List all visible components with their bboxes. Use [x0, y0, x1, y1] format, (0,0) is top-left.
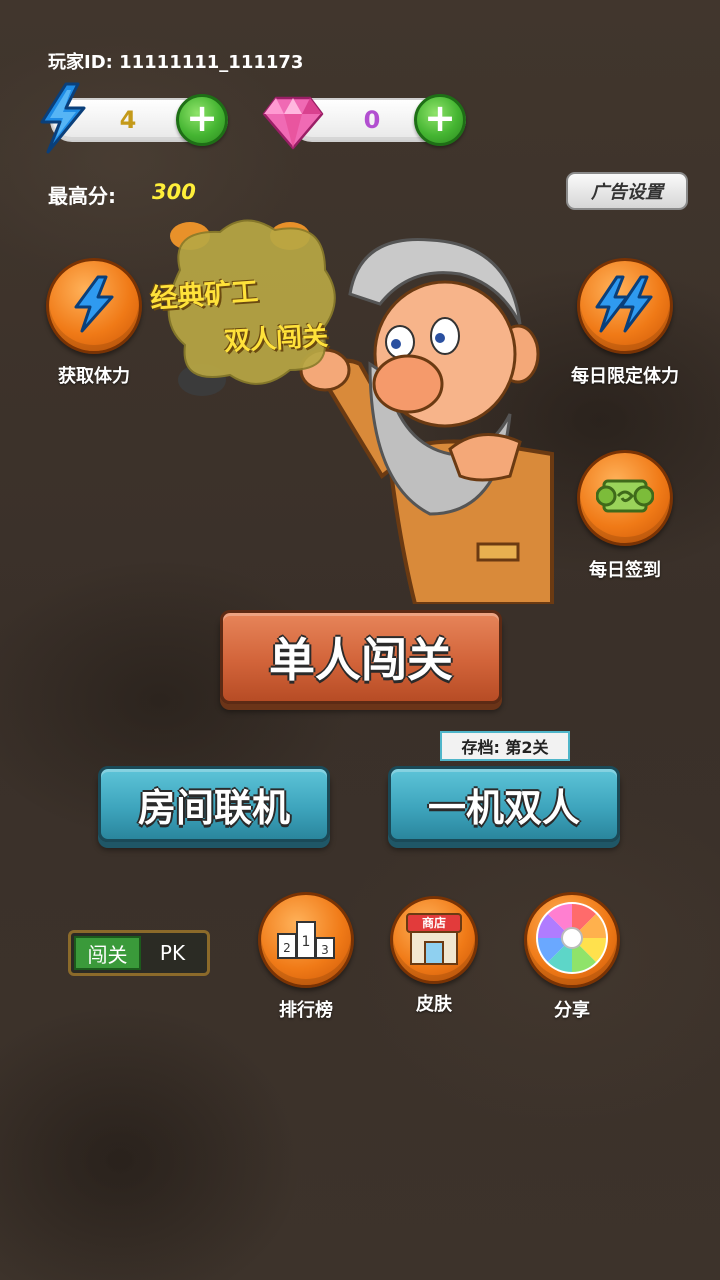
save-progress-tag: 存档: 第2关	[440, 731, 570, 761]
leaderboard-label: 排行榜	[279, 1000, 333, 1021]
mode-toggle[interactable]: 闯关 PK	[68, 930, 210, 976]
energy-value: 4	[119, 106, 137, 134]
gem-icon	[262, 94, 324, 150]
mode-option-pk[interactable]: PK	[141, 936, 204, 970]
high-score-value: 300	[152, 180, 196, 204]
double-lightning-icon	[593, 275, 657, 337]
shop-badge-text: 商店	[421, 916, 446, 930]
daily-signin-label: 每日签到	[589, 560, 661, 581]
skins-label: 皮肤	[416, 994, 452, 1015]
leaderboard-button[interactable]: 2 1 3	[258, 892, 354, 988]
lightning-icon	[70, 275, 118, 337]
logo-line2: 双人闯关	[223, 321, 329, 358]
daily-energy-label: 每日限定体力	[571, 366, 679, 387]
get-energy-label: 获取体力	[58, 366, 130, 387]
svg-text:3: 3	[321, 943, 329, 957]
svg-text:2: 2	[283, 941, 291, 955]
share-label: 分享	[554, 1000, 590, 1021]
lightning-icon	[36, 82, 90, 154]
svg-text:1: 1	[302, 934, 311, 950]
daily-signin-button[interactable]	[577, 450, 673, 546]
daily-energy-button[interactable]	[577, 258, 673, 354]
get-energy-button[interactable]	[46, 258, 142, 354]
add-energy-button[interactable]: +	[176, 94, 228, 146]
wheel-icon	[534, 900, 610, 980]
shop-icon: 商店	[405, 912, 463, 968]
share-button[interactable]	[524, 892, 620, 988]
mode-option-levels[interactable]: 闯关	[74, 936, 141, 970]
skins-button[interactable]: 商店	[390, 896, 478, 984]
scroll-icon	[595, 471, 655, 525]
player-id: 玩家ID: 11111111_111173	[48, 52, 304, 73]
high-score-label: 最高分:	[48, 184, 116, 208]
room-online-button[interactable]: 房间联机	[98, 766, 330, 842]
two-player-button[interactable]: 一机双人	[388, 766, 620, 842]
single-player-button[interactable]: 单人闯关	[220, 610, 502, 704]
ad-settings-button[interactable]: 广告设置	[566, 172, 688, 210]
gem-value: 0	[363, 106, 381, 134]
add-gem-button[interactable]: +	[414, 94, 466, 146]
podium-icon: 2 1 3	[276, 916, 336, 964]
